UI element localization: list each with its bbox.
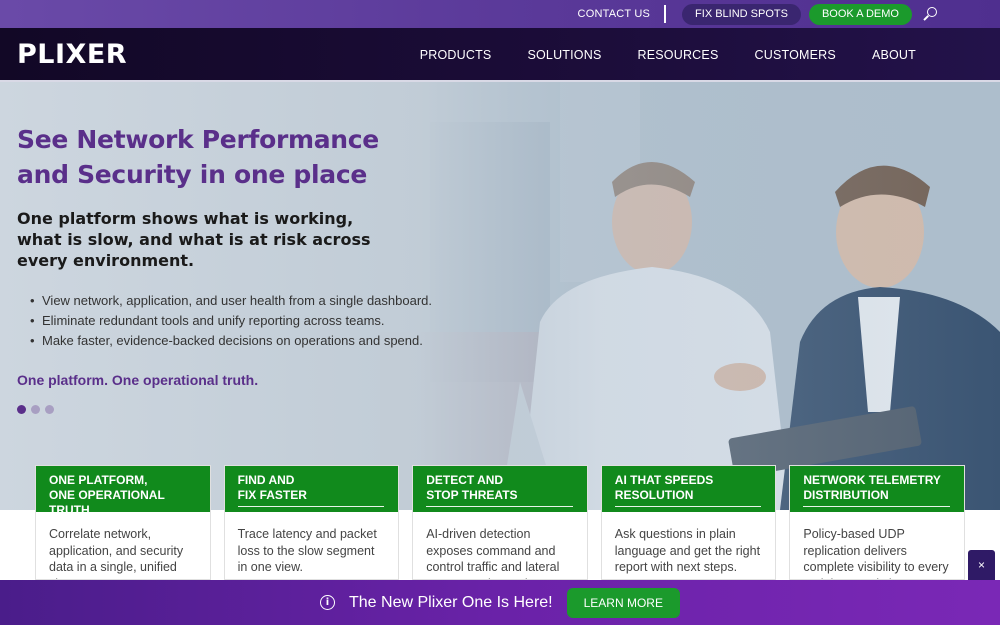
card-divider: [426, 506, 573, 507]
hero-title-line-1: See Network Performance: [17, 125, 379, 154]
card-body: AI-driven detection exposes command and …: [426, 527, 560, 579]
hero-section: See Network Performance and Security in …: [0, 82, 1000, 510]
utility-divider: [664, 5, 667, 23]
learn-more-button[interactable]: LEARN MORE: [566, 587, 680, 618]
contact-us-link[interactable]: CONTACT US: [566, 8, 663, 20]
nav-menu: PRODUCTS SOLUTIONS RESOURCES CUSTOMERS A…: [384, 28, 916, 82]
hero-tagline: One platform. One operational truth.: [17, 372, 259, 388]
nav-item-resources[interactable]: RESOURCES: [638, 48, 719, 62]
hero-title: See Network Performance and Security in …: [17, 122, 437, 192]
carousel-dot-2[interactable]: [31, 405, 40, 414]
feature-card[interactable]: FIND AND FIX FASTER Trace latency and pa…: [223, 465, 400, 580]
nav-item-solutions[interactable]: SOLUTIONS: [527, 48, 601, 62]
hero-content: See Network Performance and Security in …: [17, 122, 437, 388]
hero-bullet: Make faster, evidence-backed decisions o…: [30, 331, 437, 351]
nav-item-about[interactable]: ABOUT: [872, 48, 916, 62]
card-body: Trace latency and packet loss to the slo…: [237, 527, 377, 574]
nav-item-products[interactable]: PRODUCTS: [420, 48, 492, 62]
card-header: AI THAT SPEEDS RESOLUTION: [601, 466, 776, 512]
card-body: Policy-based UDP replication delivers co…: [803, 527, 949, 579]
hero-bullet: View network, application, and user heal…: [30, 291, 437, 311]
card-header: ONE PLATFORM, ONE OPERATIONAL TRUTH: [36, 466, 210, 522]
hero-title-line-2: and Security in one place: [17, 160, 368, 189]
book-a-demo-button[interactable]: BOOK A DEMO: [808, 3, 912, 25]
main-nav: PLIXER PRODUCTS SOLUTIONS RESOURCES CUST…: [0, 28, 1000, 82]
feature-cards: ONE PLATFORM, ONE OPERATIONAL TRUTH Corr…: [35, 465, 965, 580]
card-title: NETWORK TELEMETRY DISTRIBUTION: [803, 473, 941, 502]
feature-card[interactable]: AI THAT SPEEDS RESOLUTION Ask questions …: [600, 465, 777, 580]
card-divider: [803, 506, 950, 507]
carousel-dot-3[interactable]: [45, 405, 54, 414]
card-title: FIND AND FIX FASTER: [237, 473, 307, 502]
search-icon[interactable]: [922, 6, 938, 22]
carousel-dot-1[interactable]: [17, 405, 26, 414]
card-body: Correlate network, application, and secu…: [49, 527, 184, 579]
card-header: NETWORK TELEMETRY DISTRIBUTION: [790, 466, 964, 512]
feature-card[interactable]: ONE PLATFORM, ONE OPERATIONAL TRUTH Corr…: [35, 465, 211, 580]
hero-subtitle: One platform shows what is working, what…: [17, 209, 371, 270]
card-divider: [237, 506, 385, 507]
card-divider: [49, 521, 196, 522]
info-icon: i: [320, 595, 335, 610]
fix-blind-spots-button[interactable]: FIX BLIND SPOTS: [682, 3, 801, 25]
utility-bar: CONTACT US FIX BLIND SPOTS BOOK A DEMO: [0, 0, 1000, 28]
banner-close-button[interactable]: ×: [968, 550, 995, 580]
nav-item-customers[interactable]: CUSTOMERS: [754, 48, 835, 62]
feature-card[interactable]: NETWORK TELEMETRY DISTRIBUTION Policy-ba…: [789, 465, 965, 580]
hero-bullet-list: View network, application, and user heal…: [17, 291, 437, 351]
hero-bullet: Eliminate redundant tools and unify repo…: [30, 311, 437, 331]
card-body: Ask questions in plain language and get …: [614, 527, 761, 574]
announcement-banner: i The New Plixer One Is Here! LEARN MORE: [0, 580, 1000, 625]
card-title: AI THAT SPEEDS RESOLUTION: [614, 473, 714, 502]
carousel-dots: [17, 405, 54, 414]
card-header: FIND AND FIX FASTER: [224, 466, 399, 512]
card-header: DETECT AND STOP THREATS: [413, 466, 587, 512]
banner-text: The New Plixer One Is Here!: [349, 593, 553, 611]
card-title: DETECT AND STOP THREATS: [426, 473, 518, 502]
feature-card[interactable]: DETECT AND STOP THREATS AI-driven detect…: [412, 465, 588, 580]
plixer-logo[interactable]: PLIXER: [17, 39, 127, 70]
card-divider: [614, 506, 762, 507]
